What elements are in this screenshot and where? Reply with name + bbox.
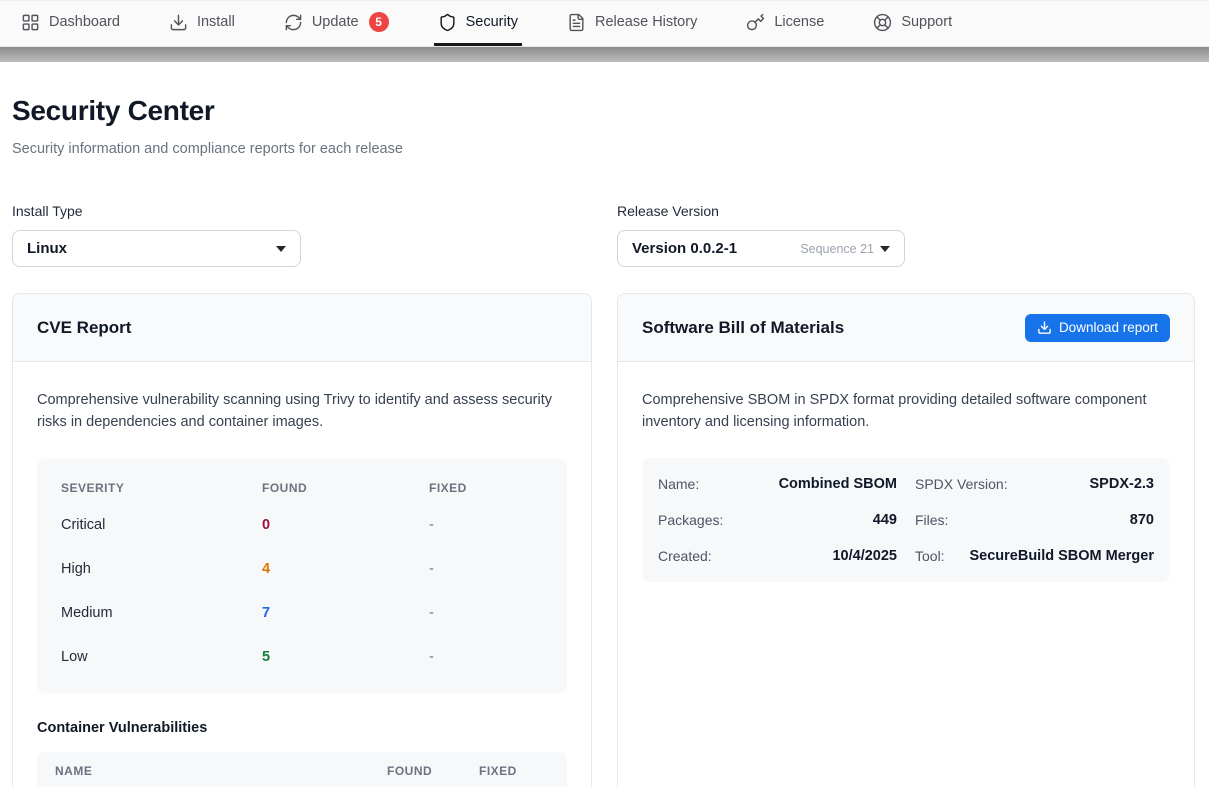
sbom-field-name: Name: Combined SBOM — [658, 466, 897, 502]
release-version-select[interactable]: Version 0.0.2-1 Sequence 21 — [617, 230, 905, 267]
nav-tab-label: License — [774, 14, 824, 30]
severity-name: High — [61, 561, 262, 577]
fixed-count: - — [429, 649, 543, 665]
found-count: 5 — [262, 649, 429, 665]
page-subtitle: Security information and compliance repo… — [12, 141, 1195, 157]
download-report-button[interactable]: Download report — [1025, 314, 1170, 342]
field-label: Name: — [658, 476, 699, 492]
install-type-select[interactable]: Linux — [12, 230, 301, 267]
top-navigation: Dashboard Install Update 5 Security Rele… — [0, 0, 1209, 47]
key-icon — [746, 13, 765, 32]
field-value: 10/4/2025 — [832, 548, 897, 564]
severity-name: Medium — [61, 605, 262, 621]
chevron-down-icon — [880, 246, 890, 252]
table-row: High 4 - — [61, 547, 543, 591]
nav-tab-update[interactable]: Update 5 — [280, 1, 393, 46]
nav-tab-security[interactable]: Security — [434, 1, 522, 46]
nav-tab-support[interactable]: Support — [869, 1, 956, 46]
sbom-description: Comprehensive SBOM in SPDX format provid… — [642, 390, 1162, 433]
severity-table: SEVERITY FOUND FIXED Critical 0 - High 4… — [37, 459, 567, 693]
sbom-card-title: Software Bill of Materials — [642, 318, 844, 338]
download-report-label: Download report — [1059, 320, 1158, 335]
name-col-header: NAME — [55, 764, 387, 778]
fixed-col-header: FIXED — [479, 764, 549, 778]
sbom-info-grid: Name: Combined SBOM SPDX Version: SPDX-2… — [642, 458, 1170, 582]
table-row: Low 5 - — [61, 635, 543, 679]
field-value: SPDX-2.3 — [1090, 476, 1154, 492]
fixed-count: - — [429, 561, 543, 577]
field-value: 870 — [1130, 512, 1154, 528]
filters-row: Install Type Linux Release Version Versi… — [12, 203, 1195, 267]
refresh-icon — [284, 13, 303, 32]
field-label: Tool: — [915, 548, 945, 564]
found-col-header: FOUND — [262, 481, 429, 495]
nav-tab-label: Support — [901, 14, 952, 30]
nav-tab-dashboard[interactable]: Dashboard — [17, 1, 124, 46]
nav-tab-label: Install — [197, 14, 235, 30]
sbom-card-body: Comprehensive SBOM in SPDX format provid… — [618, 362, 1194, 606]
page-content: Security Center Security information and… — [0, 95, 1209, 787]
severity-table-header: SEVERITY FOUND FIXED — [61, 465, 543, 503]
field-value: 449 — [873, 512, 897, 528]
nav-tab-label: Update — [312, 14, 359, 30]
install-type-filter: Install Type Linux — [12, 203, 592, 267]
fixed-count: - — [429, 517, 543, 533]
nav-tab-label: Release History — [595, 14, 697, 30]
shield-icon — [438, 13, 457, 32]
container-vulnerabilities-title: Container Vulnerabilities — [37, 720, 567, 736]
field-label: Packages: — [658, 512, 723, 528]
found-count: 7 — [262, 605, 429, 621]
field-value: Combined SBOM — [779, 476, 897, 492]
nav-tab-label: Security — [466, 14, 518, 30]
cve-card-body: Comprehensive vulnerability scanning usi… — [13, 362, 591, 787]
update-count-badge: 5 — [369, 12, 389, 32]
release-version-filter: Release Version Version 0.0.2-1 Sequence… — [617, 203, 1195, 267]
nav-tab-install[interactable]: Install — [165, 1, 239, 46]
severity-name: Low — [61, 649, 262, 665]
sbom-field-packages: Packages: 449 — [658, 502, 897, 538]
sbom-card: Software Bill of Materials Download repo… — [617, 293, 1195, 787]
field-label: Created: — [658, 548, 712, 564]
fixed-col-header: FIXED — [429, 481, 543, 495]
install-type-label: Install Type — [12, 203, 592, 219]
release-version-meta-group: Sequence 21 — [800, 242, 890, 256]
download-icon — [169, 13, 188, 32]
severity-col-header: SEVERITY — [61, 481, 262, 495]
cve-card-header: CVE Report — [13, 294, 591, 362]
sbom-card-header: Software Bill of Materials Download repo… — [618, 294, 1194, 362]
field-label: SPDX Version: — [915, 476, 1008, 492]
dashboard-grid-icon — [21, 13, 40, 32]
nav-tab-license[interactable]: License — [742, 1, 828, 46]
download-icon — [1037, 320, 1052, 335]
sbom-field-spdx-version: SPDX Version: SPDX-2.3 — [915, 466, 1154, 502]
nav-tab-label: Dashboard — [49, 14, 120, 30]
found-col-header: FOUND — [387, 764, 479, 778]
cards-row: CVE Report Comprehensive vulnerability s… — [12, 293, 1195, 787]
found-count: 4 — [262, 561, 429, 577]
sbom-field-created: Created: 10/4/2025 — [658, 538, 897, 574]
table-row: Critical 0 - — [61, 503, 543, 547]
chevron-down-icon — [276, 246, 286, 252]
page-title: Security Center — [12, 95, 1195, 127]
sbom-field-files: Files: 870 — [915, 502, 1154, 538]
lifebuoy-icon — [873, 13, 892, 32]
container-table-header: NAME FOUND FIXED — [37, 752, 567, 787]
cve-description: Comprehensive vulnerability scanning usi… — [37, 390, 557, 433]
severity-name: Critical — [61, 517, 262, 533]
sequence-meta: Sequence 21 — [800, 242, 874, 256]
divider-bar — [0, 47, 1209, 62]
cve-card-title: CVE Report — [37, 318, 131, 338]
install-type-value: Linux — [27, 240, 67, 257]
field-value: SecureBuild SBOM Merger — [969, 548, 1154, 564]
found-count: 0 — [262, 517, 429, 533]
document-icon — [567, 13, 586, 32]
release-version-value: Version 0.0.2-1 — [632, 240, 737, 257]
fixed-count: - — [429, 605, 543, 621]
nav-tab-release-history[interactable]: Release History — [563, 1, 701, 46]
table-row: Medium 7 - — [61, 591, 543, 635]
release-version-label: Release Version — [617, 203, 1195, 219]
cve-report-card: CVE Report Comprehensive vulnerability s… — [12, 293, 592, 787]
field-label: Files: — [915, 512, 948, 528]
sbom-field-tool: Tool: SecureBuild SBOM Merger — [915, 538, 1154, 574]
